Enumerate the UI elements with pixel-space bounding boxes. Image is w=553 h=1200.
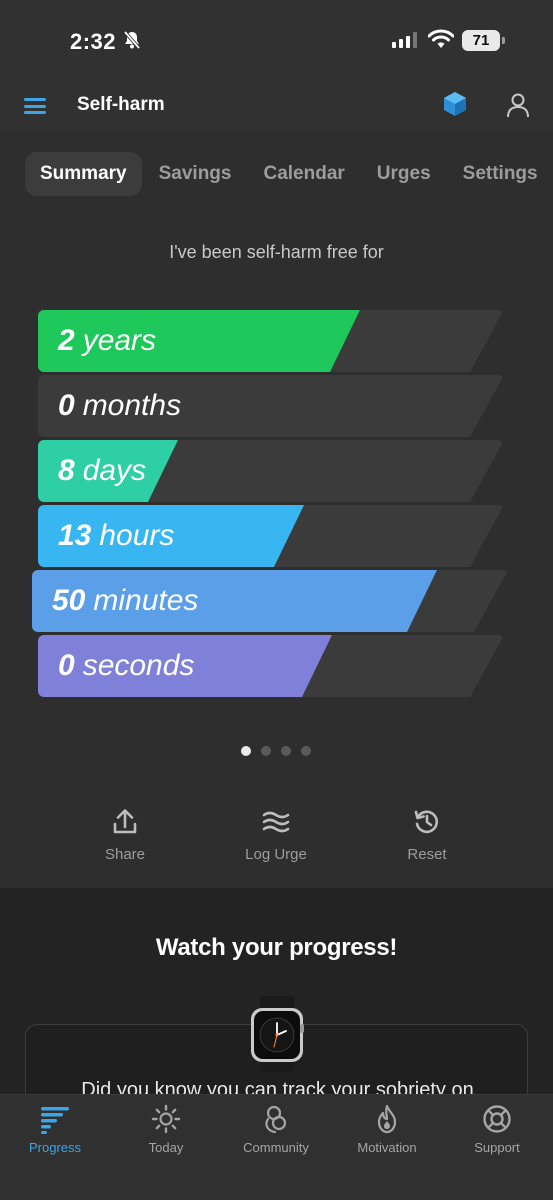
page-dot[interactable] [281,746,291,756]
bottom-nav: Progress Today Community Motivation Supp… [0,1094,553,1200]
streak-intro-text: I've been self-harm free for [169,242,384,262]
hamburger-icon[interactable] [24,98,46,114]
page-indicator[interactable] [241,746,311,756]
promo-title: Watch your progress! [155,934,398,961]
counter-value: 2 [58,324,75,357]
tab-settings[interactable]: Settings [448,152,553,196]
tab-summary[interactable]: Summary [25,152,142,196]
nav-motivation[interactable]: Motivation [332,1103,442,1157]
nav-label: Today [148,1140,184,1155]
counter-minutes: 50 minutes [32,570,508,632]
tab-calendar[interactable]: Calendar [248,152,359,196]
hexagon-icon[interactable] [443,91,467,117]
nav-label: Motivation [357,1140,417,1155]
nav-label: Community [243,1140,309,1155]
counter-seconds: 0 seconds [38,635,504,697]
counter-value: 13 [58,519,92,552]
counter-unit: months [82,389,182,422]
reset-button[interactable]: Reset [367,808,487,864]
cellular-signal-icon [392,32,417,48]
counter-unit: seconds [82,649,195,682]
progress-icon [41,1107,69,1134]
community-icon [265,1105,287,1134]
wifi-icon [428,29,454,48]
waves-icon [262,811,290,833]
share-icon [113,809,137,834]
page-dot[interactable] [241,746,251,756]
counter-value: 0 [58,389,75,422]
bell-muted-icon [123,30,141,50]
nav-label: Progress [28,1140,82,1155]
log-urge-button[interactable]: Log Urge [216,808,336,864]
share-button[interactable]: Share [65,808,185,864]
nav-label: Support [474,1140,520,1155]
page-dot[interactable] [301,746,311,756]
counter-days: 8 days [38,440,504,502]
page-title: Self-harm [77,94,165,115]
tab-urges[interactable]: Urges [362,152,446,196]
counter-unit: minutes [93,584,199,617]
nav-progress[interactable]: Progress [0,1103,110,1157]
nav-community[interactable]: Community [221,1103,331,1157]
status-time: 2:32 [70,29,117,54]
lifebuoy-icon [483,1105,511,1133]
app-header: Self-harm [0,80,553,132]
history-icon [414,810,438,834]
battery-indicator: 71 [462,30,505,51]
smartwatch-image [251,996,304,1072]
nav-today[interactable]: Today [111,1103,221,1157]
reset-label: Reset [407,846,447,863]
tab-bar: Summary Savings Calendar Urges Settings [25,152,553,196]
flame-icon [377,1104,397,1134]
log-urge-label: Log Urge [245,846,307,863]
summary-panel: Summary Savings Calendar Urges Settings … [0,132,553,888]
counter-hours: 13 hours [38,505,504,567]
sun-icon [151,1104,181,1134]
share-label: Share [104,846,146,863]
counter-value: 0 [58,649,75,682]
counter-value: 50 [52,584,86,617]
counter-unit: days [82,454,147,487]
promo-section: Watch your progress! Did you know you ca… [0,888,553,1134]
counter-value: 8 [58,454,75,487]
user-icon[interactable] [506,92,530,118]
counter-unit: years [82,324,157,357]
page-dot[interactable] [261,746,271,756]
status-bar: 2:32 71 [0,0,553,80]
counter-unit: hours [99,519,175,552]
tab-savings[interactable]: Savings [144,152,247,196]
counter-years: 2 years [38,310,504,372]
counter-months: 0 months [38,375,504,437]
nav-support[interactable]: Support [442,1103,552,1157]
